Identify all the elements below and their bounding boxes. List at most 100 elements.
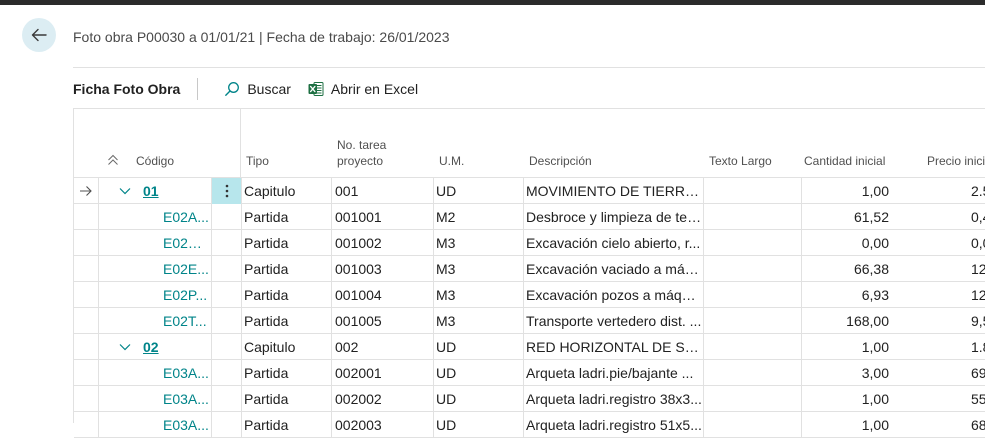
chevron-down-icon[interactable] — [119, 187, 131, 195]
sort-icon[interactable] — [107, 154, 119, 166]
cell-um[interactable]: M3 — [436, 308, 522, 334]
cell-um[interactable]: UD — [436, 178, 522, 204]
cell-texto-largo[interactable] — [706, 334, 800, 360]
cell-tipo[interactable]: Partida — [244, 386, 330, 412]
search-button[interactable]: Buscar — [224, 81, 291, 97]
cell-um[interactable]: UD — [436, 386, 522, 412]
cell-descripcion[interactable]: Arqueta ladri.registro 38x3... — [526, 386, 702, 412]
cell-tipo[interactable]: Partida — [244, 308, 330, 334]
column-header-precio-inicial[interactable]: Precio inicial — [927, 153, 985, 169]
cell-texto-largo[interactable] — [706, 308, 800, 334]
chevron-down-icon[interactable] — [119, 343, 131, 351]
action-bar-title[interactable]: Ficha Foto Obra — [73, 81, 180, 97]
cell-no-tarea[interactable]: 002003 — [335, 412, 431, 438]
cell-cantidad-inicial[interactable]: 61,52 — [802, 204, 901, 230]
cell-no-tarea[interactable]: 002 — [335, 334, 431, 360]
cell-tipo[interactable]: Partida — [244, 230, 330, 256]
cell-precio-inicial[interactable]: 12,10 — [902, 256, 985, 282]
cell-no-tarea[interactable]: 001001 — [335, 204, 431, 230]
column-header-no-tarea[interactable]: No. tarea proyecto — [337, 137, 386, 169]
code-link[interactable]: E03A... — [163, 412, 209, 438]
cell-um[interactable]: UD — [436, 334, 522, 360]
cell-precio-inicial[interactable]: 2.517,30 — [902, 178, 985, 204]
cell-descripcion[interactable]: Excavación vaciado a máq... — [526, 256, 702, 282]
cell-texto-largo[interactable] — [706, 360, 800, 386]
cell-cantidad-inicial[interactable]: 1,00 — [802, 412, 901, 438]
column-header-texto-largo[interactable]: Texto Largo — [709, 153, 772, 169]
code-link[interactable]: E02C... — [163, 230, 209, 256]
back-button[interactable] — [22, 18, 56, 52]
table-row[interactable]: E02P... Partida 001004 M3 Excavación pozos a… — [74, 282, 985, 308]
cell-precio-inicial[interactable]: 1.887,00 — [902, 334, 985, 360]
cell-um[interactable]: UD — [436, 360, 522, 386]
cell-cantidad-inicial[interactable]: 1,00 — [802, 334, 901, 360]
cell-descripcion[interactable]: Excavación pozos a máqui... — [526, 282, 702, 308]
cell-precio-inicial[interactable]: 68,50 — [902, 412, 985, 438]
cell-um[interactable]: UD — [436, 412, 522, 438]
code-link[interactable]: E03A... — [163, 360, 209, 386]
cell-descripcion[interactable]: Arqueta ladri.registro 51x5... — [526, 412, 702, 438]
code-link[interactable]: E02P... — [163, 282, 209, 308]
cell-no-tarea[interactable]: 002001 — [335, 360, 431, 386]
cell-precio-inicial[interactable]: 0,00 — [902, 230, 985, 256]
row-actions-button[interactable] — [212, 178, 241, 204]
cell-tipo[interactable]: Capitulo — [244, 334, 330, 360]
cell-no-tarea[interactable]: 001 — [335, 178, 431, 204]
cell-descripcion[interactable]: Arqueta ladri.pie/bajante ... — [526, 360, 702, 386]
cell-precio-inicial[interactable]: 12,60 — [902, 282, 985, 308]
table-row[interactable]: E02E... Partida 001003 M3 Excavación vaciado… — [74, 256, 985, 282]
cell-descripcion[interactable]: Transporte vertedero dist. ... — [526, 308, 702, 334]
cell-cantidad-inicial[interactable]: 1,00 — [802, 386, 901, 412]
open-in-excel-button[interactable]: Abrir en Excel — [308, 81, 418, 97]
column-header-codigo[interactable]: Código — [136, 153, 174, 169]
cell-texto-largo[interactable] — [706, 386, 800, 412]
cell-descripcion[interactable]: MOVIMIENTO DE TIERRAS — [526, 178, 702, 204]
cell-no-tarea[interactable]: 001004 — [335, 282, 431, 308]
table-row[interactable]: E02C... Partida 001002 M3 Excavación cielo a… — [74, 230, 985, 256]
cell-tipo[interactable]: Partida — [244, 204, 330, 230]
cell-cantidad-inicial[interactable]: 66,38 — [802, 256, 901, 282]
cell-tipo[interactable]: Partida — [244, 256, 330, 282]
cell-um[interactable]: M3 — [436, 256, 522, 282]
table-row[interactable]: E03A... Partida 002001 UD Arqueta ladri.pie/… — [74, 360, 985, 386]
cell-texto-largo[interactable] — [706, 204, 800, 230]
cell-um[interactable]: M3 — [436, 230, 522, 256]
column-header-tipo[interactable]: Tipo — [246, 153, 269, 169]
code-link[interactable]: E02T... — [163, 308, 209, 334]
code-link[interactable]: E02E... — [163, 256, 209, 282]
cell-cantidad-inicial[interactable]: 3,00 — [802, 360, 901, 386]
code-link[interactable]: 01 — [143, 178, 209, 204]
cell-no-tarea[interactable]: 001002 — [335, 230, 431, 256]
table-row[interactable]: E03A... Partida 002002 UD Arqueta ladri.regi… — [74, 386, 985, 412]
cell-no-tarea[interactable]: 002002 — [335, 386, 431, 412]
table-row[interactable]: 02 Capitulo 002 UD RED HORIZONTAL DE SAN... 1… — [74, 334, 985, 360]
table-row[interactable]: E02T... Partida 001005 M3 Transporte vertede… — [74, 308, 985, 334]
cell-texto-largo[interactable] — [706, 230, 800, 256]
cell-precio-inicial[interactable]: 0,45 — [902, 204, 985, 230]
table-row[interactable]: 01 Capitulo 001 UD MOVIMIENTO DE TIERRAS 1,00… — [74, 178, 985, 204]
cell-um[interactable]: M3 — [436, 282, 522, 308]
cell-tipo[interactable]: Partida — [244, 360, 330, 386]
cell-um[interactable]: M2 — [436, 204, 522, 230]
cell-precio-inicial[interactable]: 69,00 — [902, 360, 985, 386]
code-link[interactable]: E02A... — [163, 204, 209, 230]
cell-texto-largo[interactable] — [706, 282, 800, 308]
column-header-descripcion[interactable]: Descripción — [529, 153, 592, 169]
cell-precio-inicial[interactable]: 55,00 — [902, 386, 985, 412]
cell-tipo[interactable]: Partida — [244, 282, 330, 308]
cell-descripcion[interactable]: RED HORIZONTAL DE SAN... — [526, 334, 702, 360]
cell-cantidad-inicial[interactable]: 0,00 — [802, 230, 901, 256]
cell-cantidad-inicial[interactable]: 168,00 — [802, 308, 901, 334]
cell-tipo[interactable]: Partida — [244, 412, 330, 438]
cell-tipo[interactable]: Capitulo — [244, 178, 330, 204]
table-row[interactable]: E03A... Partida 002003 UD Arqueta ladri.regi… — [74, 412, 985, 438]
table-row[interactable]: E02A... Partida 001001 M2 Desbroce y limpiez… — [74, 204, 985, 230]
column-header-um[interactable]: U.M. — [439, 153, 464, 169]
cell-texto-largo[interactable] — [706, 178, 800, 204]
cell-cantidad-inicial[interactable]: 1,00 — [802, 178, 901, 204]
cell-no-tarea[interactable]: 001005 — [335, 308, 431, 334]
code-link[interactable]: 02 — [143, 334, 209, 360]
code-link[interactable]: E03A... — [163, 386, 209, 412]
column-header-cantidad-inicial[interactable]: Cantidad inicial — [804, 153, 885, 169]
cell-descripcion[interactable]: Excavación cielo abierto, r... — [526, 230, 702, 256]
